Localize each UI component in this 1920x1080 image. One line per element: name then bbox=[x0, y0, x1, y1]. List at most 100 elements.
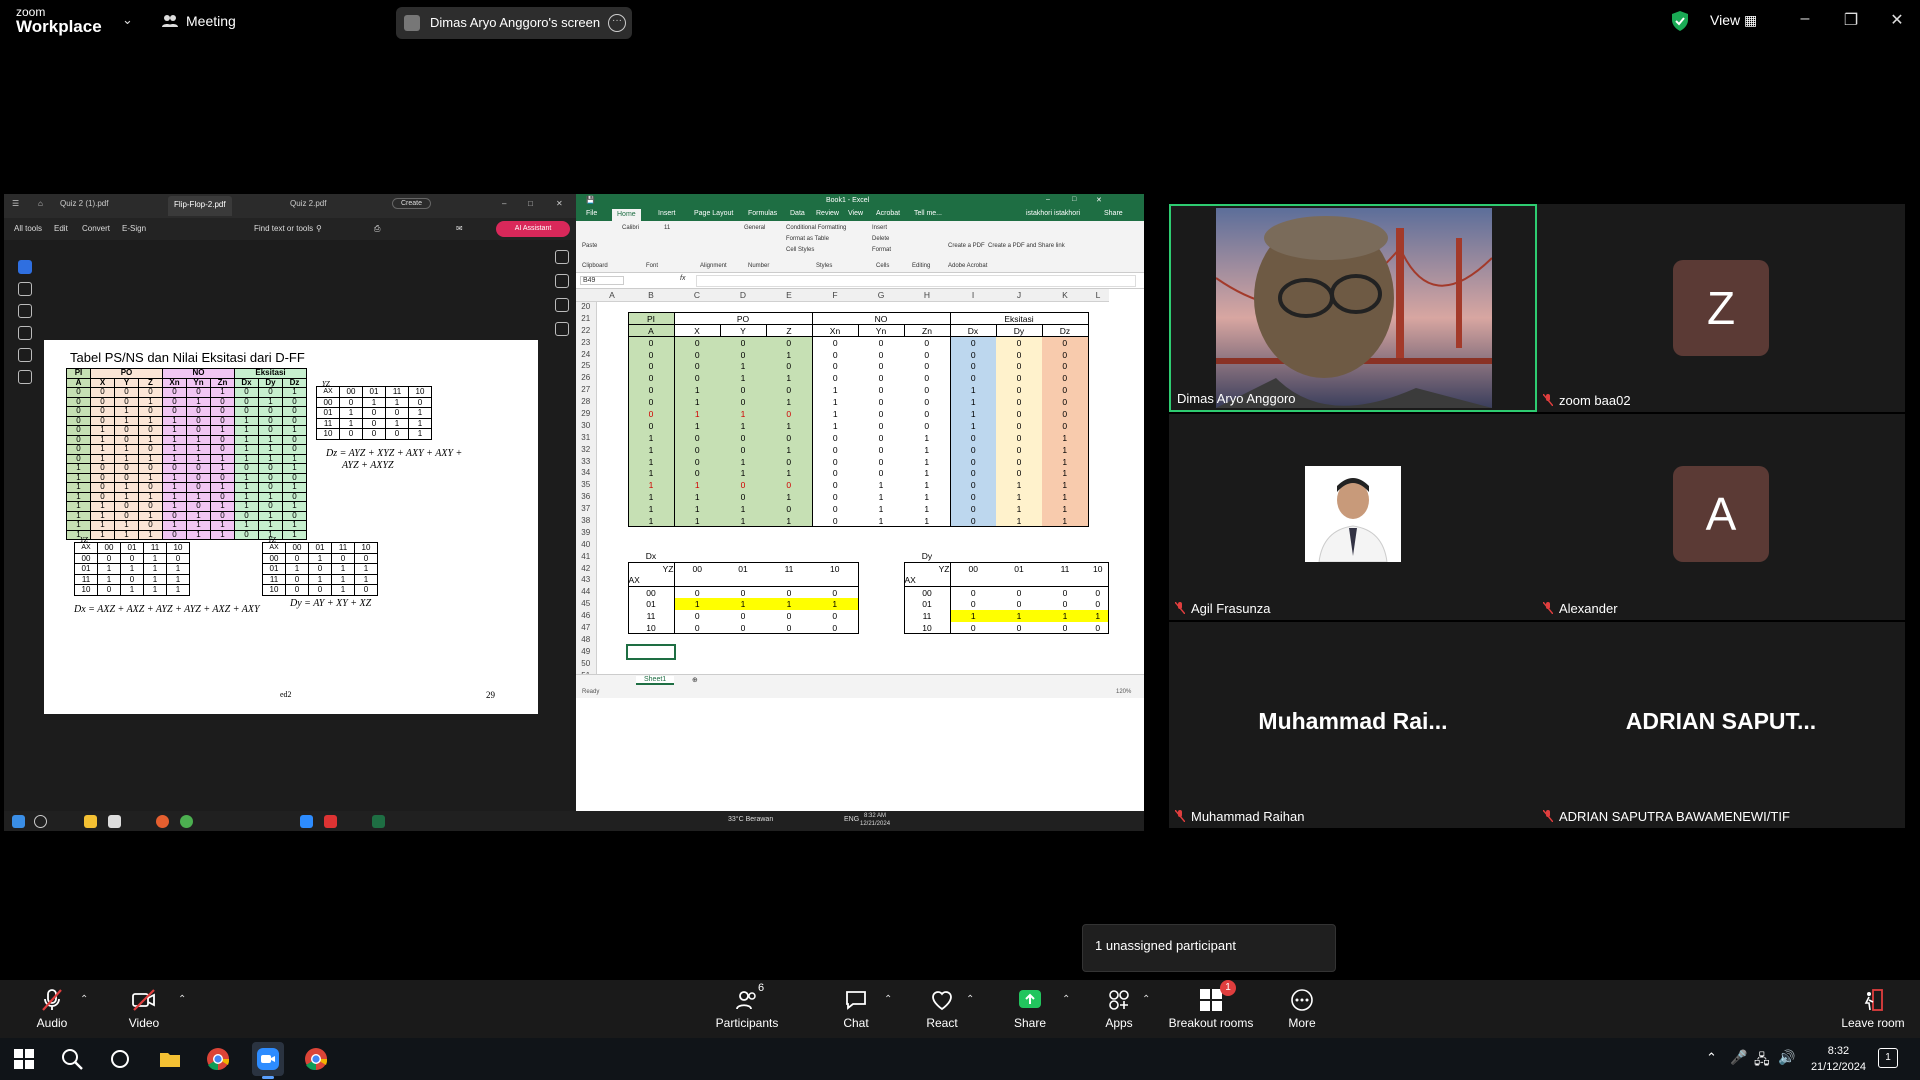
row-header[interactable]: 48 bbox=[576, 633, 597, 646]
sheet-cell[interactable] bbox=[1088, 444, 1108, 456]
data-cell[interactable]: 0 bbox=[720, 491, 766, 504]
number-format-select[interactable]: General bbox=[744, 225, 765, 231]
create-pdf-share-button[interactable]: Create a PDF and Share link bbox=[988, 243, 1065, 249]
dx-kmap-cell[interactable]: 0 bbox=[720, 586, 766, 598]
fx-icon[interactable]: fx bbox=[680, 275, 685, 282]
dy-kmap-cell[interactable]: 0 bbox=[1088, 586, 1109, 599]
data-cell[interactable]: 1 bbox=[996, 491, 1042, 504]
stamp-icon[interactable] bbox=[18, 370, 32, 384]
dx-kmap-row[interactable]: 01 bbox=[627, 598, 675, 611]
menu-convert[interactable]: Convert bbox=[82, 224, 110, 233]
name-box[interactable]: B49 bbox=[580, 276, 624, 285]
sheet-cell[interactable] bbox=[812, 527, 858, 539]
participant-tile-raihan[interactable]: Muhammad Rai... Muhammad Raihan bbox=[1169, 622, 1537, 828]
sheet-cell[interactable] bbox=[596, 610, 628, 622]
sheet-cell[interactable] bbox=[596, 360, 628, 372]
data-cell[interactable]: 0 bbox=[720, 479, 766, 492]
cell-styles-button[interactable]: Cell Styles bbox=[786, 247, 814, 253]
excel-grid[interactable]: A B C D E F G H I J K L 20 21 PI PO NO Eksitasi 22 A X Y Z Xn Yn… bbox=[576, 289, 1144, 674]
dy-kmap-cell[interactable]: 0 bbox=[950, 622, 996, 635]
sheet-cell[interactable] bbox=[1042, 634, 1088, 646]
dx-kmap-yz[interactable]: YZ bbox=[627, 562, 675, 575]
sheet-cell[interactable] bbox=[1088, 491, 1108, 503]
data-cell[interactable]: 1 bbox=[720, 455, 766, 468]
column-label-cell[interactable]: Xn bbox=[811, 324, 859, 338]
sheet-cell[interactable] bbox=[1088, 408, 1108, 420]
dy-kmap-cell[interactable]: 0 bbox=[950, 586, 996, 598]
sheet-cell[interactable] bbox=[858, 551, 904, 563]
group-header-cell[interactable]: NO bbox=[811, 312, 951, 326]
shared-screen-pill[interactable]: Dimas Aryo Anggoro's screen ··· bbox=[396, 7, 632, 39]
row-header[interactable]: 30 bbox=[576, 419, 597, 432]
sheet-cell[interactable] bbox=[596, 467, 628, 479]
data-cell[interactable]: 1 bbox=[1042, 503, 1089, 516]
search-icon[interactable] bbox=[60, 1047, 84, 1071]
sheet-cell[interactable] bbox=[858, 622, 904, 634]
sheet-cell[interactable] bbox=[720, 301, 766, 313]
data-cell[interactable]: 0 bbox=[858, 384, 904, 396]
sheet-cell[interactable] bbox=[1088, 551, 1108, 563]
sheet-cell[interactable] bbox=[596, 349, 628, 361]
formula-input[interactable] bbox=[696, 275, 1136, 287]
sheet-cell[interactable] bbox=[1088, 325, 1108, 337]
column-header[interactable]: H bbox=[904, 289, 950, 302]
column-label-cell[interactable]: Dx bbox=[949, 324, 997, 338]
dy-kmap-cell[interactable]: 1 bbox=[950, 610, 996, 623]
dx-kmap-col[interactable]: 00 bbox=[674, 562, 720, 575]
data-cell[interactable]: 0 bbox=[1042, 419, 1089, 432]
restore-icon[interactable]: ❐ bbox=[1836, 10, 1866, 30]
data-cell[interactable]: 0 bbox=[673, 431, 720, 444]
data-cell[interactable]: 0 bbox=[1042, 396, 1089, 409]
sheet-cell[interactable] bbox=[1088, 360, 1108, 372]
row-header[interactable]: 47 bbox=[576, 622, 597, 634]
dy-kmap-cell[interactable]: 0 bbox=[1088, 598, 1109, 611]
notification-icon[interactable]: 1 bbox=[1878, 1048, 1898, 1068]
sheet-cell[interactable] bbox=[950, 551, 996, 563]
data-cell[interactable]: 1 bbox=[720, 372, 766, 385]
sheet-cell[interactable] bbox=[858, 598, 904, 610]
sheet-cell[interactable] bbox=[950, 658, 996, 670]
data-cell[interactable]: 1 bbox=[627, 467, 674, 480]
data-cell[interactable]: 0 bbox=[627, 336, 674, 349]
data-cell[interactable]: 0 bbox=[949, 372, 996, 385]
sheet-cell[interactable] bbox=[812, 539, 858, 551]
acrobat-icon[interactable] bbox=[324, 815, 337, 828]
sheet-cell[interactable] bbox=[596, 313, 628, 325]
data-cell[interactable]: 1 bbox=[766, 443, 812, 456]
data-cell[interactable]: 1 bbox=[627, 515, 674, 528]
data-cell[interactable]: 1 bbox=[996, 479, 1042, 492]
data-cell[interactable]: 0 bbox=[949, 348, 996, 361]
dx-kmap-row[interactable]: 00 bbox=[627, 586, 675, 599]
sheet-cell[interactable] bbox=[596, 325, 628, 337]
sheet-cell[interactable] bbox=[596, 479, 628, 491]
data-cell[interactable]: 1 bbox=[673, 479, 720, 492]
dy-kmap-ax[interactable]: AX bbox=[903, 574, 951, 587]
data-cell[interactable]: 0 bbox=[673, 360, 720, 373]
tab-home[interactable]: Home bbox=[612, 209, 641, 221]
data-cell[interactable]: 0 bbox=[673, 443, 720, 456]
data-cell[interactable]: 1 bbox=[673, 515, 720, 528]
data-cell[interactable]: 1 bbox=[766, 348, 812, 361]
data-cell[interactable]: 0 bbox=[720, 384, 766, 397]
dy-kmap-cell[interactable]: 0 bbox=[996, 622, 1042, 635]
column-header[interactable]: K bbox=[1042, 289, 1088, 302]
column-header[interactable]: L bbox=[1088, 289, 1108, 302]
dy-kmap-row[interactable]: 01 bbox=[903, 598, 951, 611]
dy-kmap-row[interactable]: 10 bbox=[903, 622, 951, 635]
row-header[interactable]: 22 bbox=[576, 324, 597, 337]
data-cell[interactable]: 0 bbox=[811, 348, 858, 361]
data-cell[interactable]: 0 bbox=[811, 467, 858, 480]
sheet-cell[interactable] bbox=[996, 634, 1042, 646]
share-button[interactable]: Share bbox=[1010, 988, 1050, 1030]
minimize-icon[interactable]: – bbox=[1790, 10, 1820, 28]
font-size-select[interactable]: 11 bbox=[664, 225, 670, 231]
sheet-cell[interactable] bbox=[628, 527, 674, 539]
sheet-cell[interactable] bbox=[1042, 551, 1088, 563]
menu-esign[interactable]: E-Sign bbox=[122, 224, 146, 233]
group-header-cell[interactable]: Eksitasi bbox=[949, 312, 1089, 326]
data-cell[interactable]: 0 bbox=[811, 479, 858, 492]
sheet-cell[interactable] bbox=[596, 574, 628, 586]
data-cell[interactable]: 1 bbox=[1042, 515, 1089, 528]
row-header[interactable]: 24 bbox=[576, 348, 597, 361]
tab-insert[interactable]: Insert bbox=[658, 210, 676, 217]
